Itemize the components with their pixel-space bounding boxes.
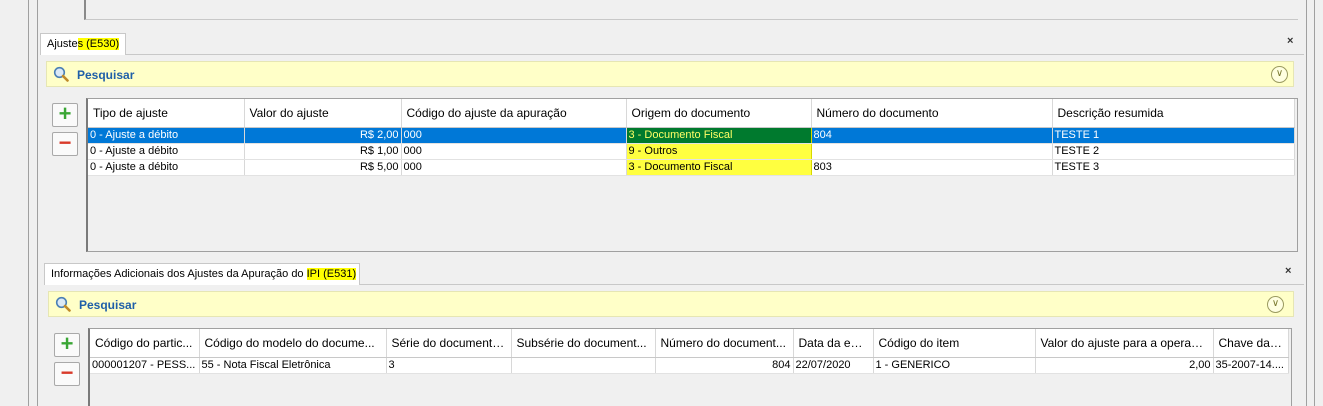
col-origem-documento[interactable]: Origem do documento <box>626 99 812 128</box>
cell-descricao[interactable]: TESTE 1 <box>1052 127 1295 144</box>
cell-tipo[interactable]: 0 - Ajuste a débito <box>88 159 245 176</box>
cell-subserie[interactable] <box>511 357 656 374</box>
col-codigo-ajuste[interactable]: Código do ajuste da apuração <box>401 99 627 128</box>
close-icon[interactable]: × <box>1287 35 1293 47</box>
table-row[interactable]: 0 - Ajuste a débito R$ 2,00 000 3 - Docu… <box>88 127 1295 144</box>
e530-tab-strip: Ajustes (E530) × <box>40 33 1304 55</box>
tab-e531-highlight: IPI (E531) <box>306 268 357 280</box>
cell-codigo[interactable]: 000 <box>401 143 627 160</box>
e531-tab-strip: Informações Adicionais dos Ajustes da Ap… <box>44 263 1304 285</box>
col-subserie-documento[interactable]: Subsérie do document... <box>511 329 656 358</box>
add-button[interactable]: + <box>54 333 80 357</box>
e531-table: Código do partic... Código do modelo do … <box>90 329 1289 374</box>
cell-numero[interactable]: 804 <box>655 357 794 374</box>
col-numero-documento[interactable]: Número do documento <box>811 99 1053 128</box>
cell-serie[interactable]: 3 <box>386 357 512 374</box>
chevron-down-icon[interactable]: ∨ <box>1271 66 1288 83</box>
col-codigo-item[interactable]: Código do item <box>873 329 1036 358</box>
add-button[interactable]: + <box>52 103 78 127</box>
e531-grid: Código do partic... Código do modelo do … <box>88 328 1292 406</box>
main-window: Ajustes (E530) × Pesquisar ∨ + − Tipo de… <box>0 0 1323 406</box>
tab-e531-label: Informações Adicionais dos Ajustes da Ap… <box>51 268 304 280</box>
cell-codigo[interactable]: 000 <box>401 127 627 144</box>
close-icon[interactable]: × <box>1285 265 1291 277</box>
search-label: Pesquisar <box>77 68 135 82</box>
cell-numero[interactable]: 803 <box>811 159 1053 176</box>
frame-line <box>37 0 38 406</box>
chevron-down-icon[interactable]: ∨ <box>1267 296 1284 313</box>
cell-data[interactable]: 22/07/2020 <box>793 357 874 374</box>
table-row[interactable]: 000001207 - PESS... 55 - Nota Fiscal Ele… <box>90 357 1289 374</box>
e531-header-row: Código do partic... Código do modelo do … <box>90 329 1289 358</box>
search-icon <box>55 296 71 312</box>
e531-search-bar[interactable]: Pesquisar ∨ <box>48 291 1294 317</box>
col-codigo-modelo[interactable]: Código do modelo do docume... <box>199 329 387 358</box>
search-icon <box>53 66 69 82</box>
cell-valor[interactable]: R$ 2,00 <box>244 127 402 144</box>
cell-item[interactable]: 1 - GENERICO <box>873 357 1036 374</box>
col-valor-ajuste[interactable]: Valor do ajuste <box>244 99 402 128</box>
e530-table: Tipo de ajuste Valor do ajuste Código do… <box>88 99 1295 176</box>
cell-valor[interactable]: 2,00 <box>1035 357 1214 374</box>
col-serie-documento[interactable]: Série do documento... <box>386 329 512 358</box>
col-codigo-participante[interactable]: Código do partic... <box>90 329 200 358</box>
cell-valor[interactable]: R$ 1,00 <box>244 143 402 160</box>
remove-button[interactable]: − <box>54 362 80 386</box>
col-numero-documento[interactable]: Número do document... <box>655 329 794 358</box>
e530-search-bar[interactable]: Pesquisar ∨ <box>46 61 1294 87</box>
col-chave[interactable]: Chave da ... <box>1213 329 1289 358</box>
search-label: Pesquisar <box>79 298 137 312</box>
table-row[interactable]: 0 - Ajuste a débito R$ 5,00 000 3 - Docu… <box>88 159 1295 176</box>
frame-line <box>28 0 29 406</box>
col-tipo-ajuste[interactable]: Tipo de ajuste <box>88 99 245 128</box>
cell-participante[interactable]: 000001207 - PESS... <box>90 357 200 374</box>
remove-button[interactable]: − <box>52 132 78 156</box>
cell-descricao[interactable]: TESTE 3 <box>1052 159 1295 176</box>
col-descricao[interactable]: Descrição resumida <box>1052 99 1295 128</box>
e530-grid: Tipo de ajuste Valor do ajuste Código do… <box>86 98 1298 252</box>
cell-tipo[interactable]: 0 - Ajuste a débito <box>88 127 245 144</box>
cell-origem[interactable]: 3 - Documento Fiscal <box>625 159 812 176</box>
cell-modelo[interactable]: 55 - Nota Fiscal Eletrônica <box>199 357 387 374</box>
tab-e530-highlight: s (E530) <box>77 38 120 50</box>
cell-codigo[interactable]: 000 <box>401 159 627 176</box>
cell-valor[interactable]: R$ 5,00 <box>244 159 402 176</box>
tab-e531[interactable]: Informações Adicionais dos Ajustes da Ap… <box>44 263 360 285</box>
e530-header-row: Tipo de ajuste Valor do ajuste Código do… <box>88 99 1295 128</box>
cell-descricao[interactable]: TESTE 2 <box>1052 143 1295 160</box>
cell-tipo[interactable]: 0 - Ajuste a débito <box>88 143 245 160</box>
frame-line <box>1306 0 1307 406</box>
cell-origem[interactable]: 3 - Documento Fiscal <box>625 127 812 144</box>
tab-e530[interactable]: Ajustes (E530) <box>40 33 126 55</box>
cell-chave[interactable]: 35-2007-14.... <box>1213 357 1289 374</box>
col-valor-ajuste-operacao[interactable]: Valor do ajuste para a operaçã... <box>1035 329 1214 358</box>
cell-origem[interactable]: 9 - Outros <box>625 143 812 160</box>
tab-e530-label: Ajuste <box>47 38 78 50</box>
cell-numero[interactable]: 804 <box>811 127 1053 144</box>
frame-line <box>1314 0 1315 406</box>
col-data-emissao[interactable]: Data da em... <box>793 329 874 358</box>
top-panel-remnant <box>84 0 1298 20</box>
cell-numero[interactable] <box>811 143 1053 160</box>
table-row[interactable]: 0 - Ajuste a débito R$ 1,00 000 9 - Outr… <box>88 143 1295 160</box>
